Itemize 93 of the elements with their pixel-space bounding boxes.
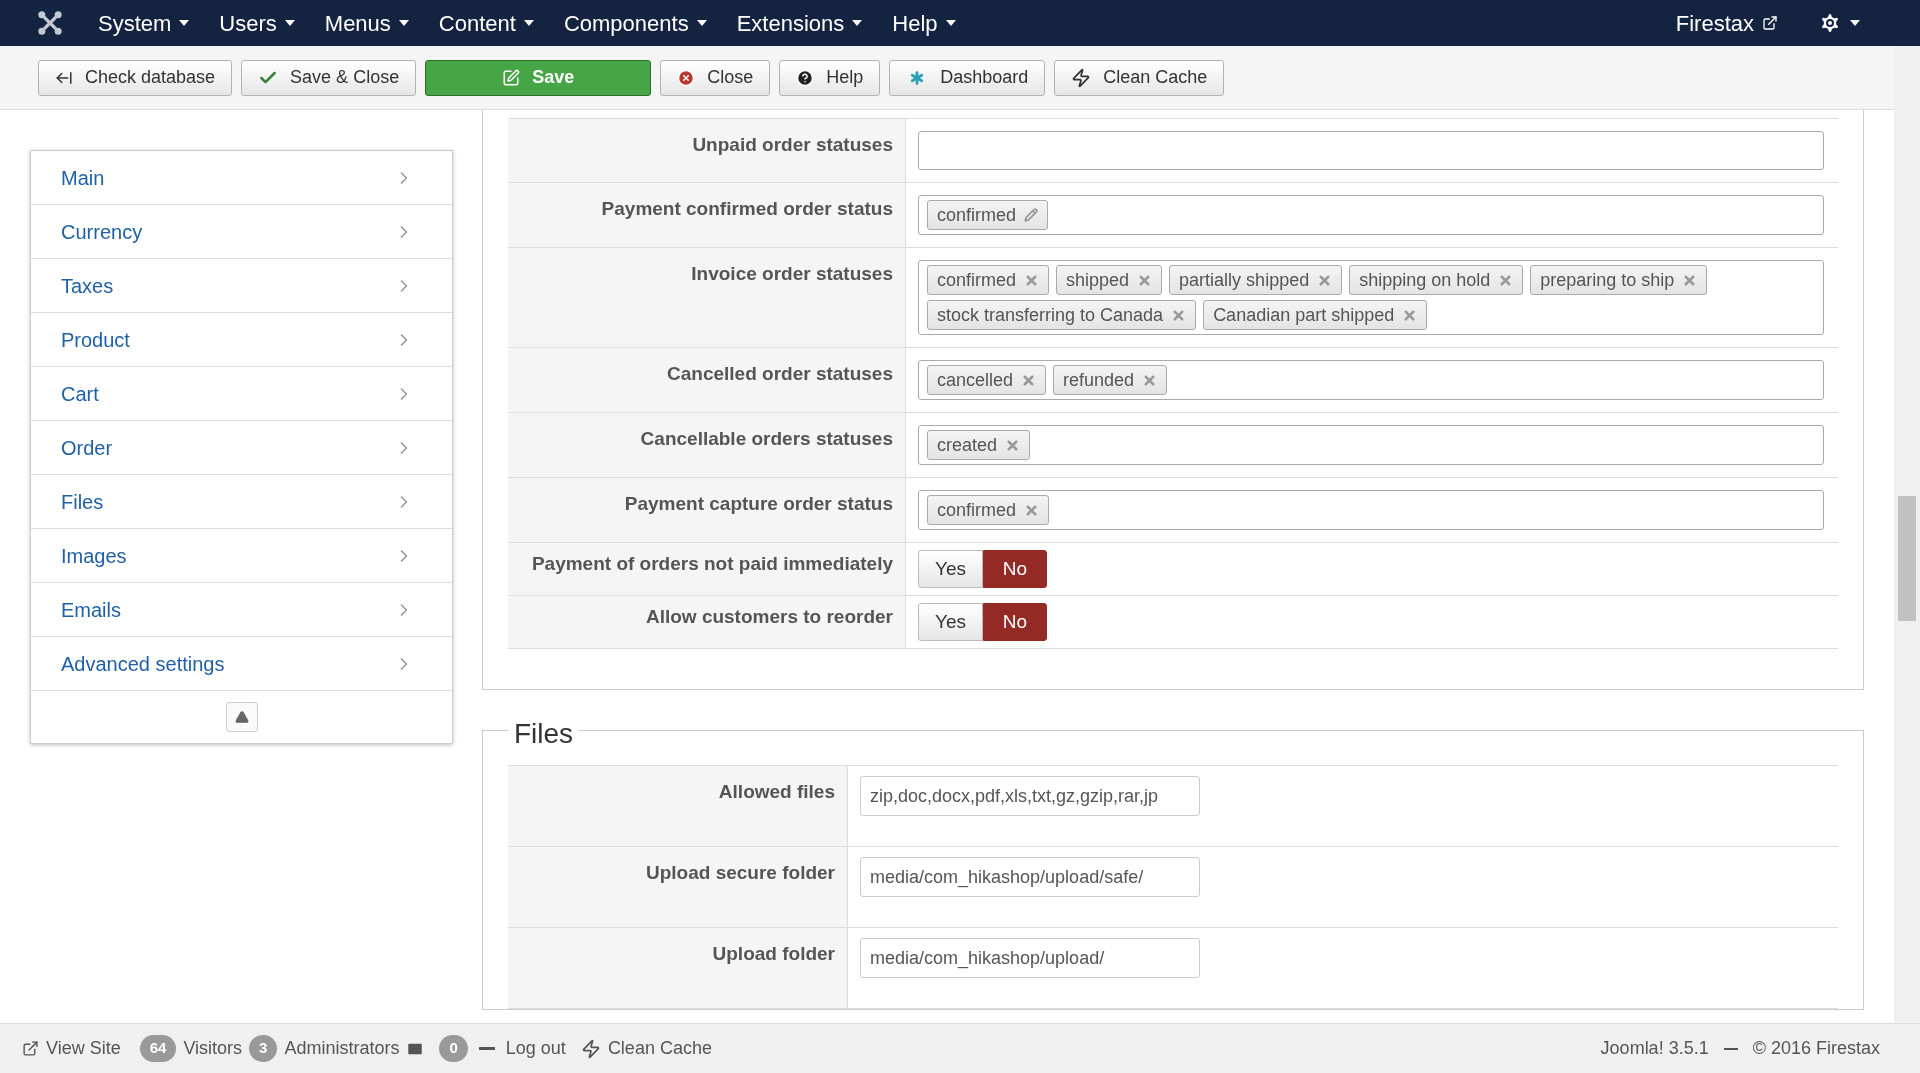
nav-menu[interactable]: Help bbox=[892, 6, 956, 40]
external-link-icon bbox=[22, 1040, 39, 1057]
tag-input-field[interactable]: created bbox=[918, 425, 1824, 465]
pencil-icon[interactable] bbox=[1024, 208, 1039, 222]
status-tag: shipping on hold bbox=[1349, 265, 1524, 295]
status-tag: partially shipped bbox=[1169, 265, 1343, 295]
site-link[interactable]: Firestax bbox=[1675, 6, 1778, 40]
field-label: Upload folder bbox=[712, 943, 835, 964]
status-tag: confirmed bbox=[927, 495, 1050, 525]
caret-icon bbox=[1850, 20, 1860, 26]
count-badge: 0 bbox=[439, 1035, 468, 1062]
caret-icon bbox=[523, 20, 534, 26]
nav-menu[interactable]: Content bbox=[438, 6, 534, 40]
sidebar-item[interactable]: Product bbox=[31, 313, 452, 367]
status-tag: refunded bbox=[1053, 365, 1168, 395]
tag-input-field[interactable] bbox=[918, 131, 1824, 170]
nav-menu[interactable]: Extensions bbox=[736, 6, 863, 40]
field-label: Unpaid order statuses bbox=[692, 134, 893, 155]
toggle-option[interactable]: No bbox=[983, 550, 1047, 588]
field-label: Allowed files bbox=[718, 781, 835, 802]
caret-icon bbox=[696, 20, 707, 26]
text-input[interactable]: media/com_hikashop/upload/safe/ bbox=[860, 857, 1200, 897]
scroll-top-button[interactable] bbox=[225, 702, 258, 732]
toolbar-button[interactable]: Clean Cache bbox=[1054, 59, 1225, 96]
copyright-text: © 2016 Firestax bbox=[1752, 1037, 1880, 1060]
dash-icon bbox=[1723, 1047, 1738, 1050]
caret-icon bbox=[179, 20, 190, 26]
count-badge: 3 bbox=[249, 1035, 278, 1062]
caret-icon bbox=[852, 20, 863, 26]
toolbar-button[interactable]: Save & Close bbox=[241, 59, 417, 96]
caret-icon bbox=[398, 20, 409, 26]
field-label: Payment capture order status bbox=[624, 493, 893, 514]
sidebar-item[interactable]: Files bbox=[31, 475, 452, 529]
toggle-option[interactable]: Yes bbox=[918, 550, 983, 588]
toolbar-button[interactable]: Help bbox=[779, 59, 881, 96]
administrators-label: Administrators bbox=[284, 1037, 400, 1060]
field-label: Cancellable orders statuses bbox=[640, 428, 893, 449]
sidebar-item[interactable]: Currency bbox=[31, 205, 452, 259]
joomla-logo-icon[interactable] bbox=[36, 9, 64, 37]
tag-input-field[interactable]: cancelled refunded bbox=[918, 360, 1824, 400]
close-icon bbox=[677, 68, 696, 87]
status-tag: Canadian part shipped bbox=[1203, 300, 1428, 330]
help-icon bbox=[796, 68, 815, 87]
status-tag: shipped bbox=[1056, 265, 1163, 295]
triangle-up-icon bbox=[234, 710, 249, 724]
sidebar-item[interactable]: Main bbox=[31, 151, 452, 205]
lightning-icon bbox=[580, 1038, 601, 1059]
nav-menu[interactable]: Users bbox=[219, 6, 295, 40]
sidebar-item[interactable]: Emails bbox=[31, 583, 452, 637]
nav-menu[interactable]: System bbox=[98, 6, 190, 40]
text-input[interactable]: media/com_hikashop/upload/ bbox=[860, 938, 1200, 978]
tag-input-field[interactable]: confirmed bbox=[918, 490, 1824, 530]
tag-input-field[interactable]: confirmed shipped partially shipped shipping on hold preparing to ship stock transferring to Canada Canadian part shipped bbox=[918, 260, 1824, 335]
sidebar-item[interactable]: Images bbox=[31, 529, 452, 583]
toggle-option[interactable]: Yes bbox=[918, 603, 983, 641]
field-label: Cancelled order statuses bbox=[667, 363, 893, 384]
field-label: Allow customers to reorder bbox=[645, 606, 893, 627]
lightning-icon bbox=[1071, 67, 1092, 88]
edit-icon bbox=[502, 68, 521, 87]
toggle-option[interactable]: No bbox=[983, 603, 1047, 641]
tag-input-field[interactable]: confirmed bbox=[918, 195, 1824, 235]
status-tag: preparing to ship bbox=[1530, 265, 1708, 295]
status-tag: cancelled bbox=[927, 365, 1047, 395]
external-link-icon bbox=[1762, 15, 1778, 31]
caret-icon bbox=[284, 20, 295, 26]
sidebar-item[interactable]: Order bbox=[31, 421, 452, 475]
toolbar-button[interactable]: Close bbox=[660, 59, 771, 96]
field-label: Upload secure folder bbox=[646, 862, 835, 883]
minus-icon bbox=[478, 1047, 495, 1050]
status-tag: created bbox=[927, 430, 1031, 460]
field-label: Invoice order statuses bbox=[691, 263, 893, 284]
field-label: Payment of orders not paid immediately bbox=[531, 553, 893, 574]
sidebar-item[interactable]: Taxes bbox=[31, 259, 452, 313]
clean-cache-link[interactable]: Clean Cache bbox=[607, 1035, 712, 1062]
remove-icon[interactable] bbox=[1005, 437, 1021, 453]
status-tag: confirmed bbox=[927, 200, 1049, 230]
caret-icon bbox=[945, 20, 956, 26]
toolbar-button[interactable]: Dashboard bbox=[889, 59, 1046, 96]
count-badge: 64 bbox=[139, 1035, 177, 1062]
nav-menu[interactable]: Components bbox=[563, 6, 707, 40]
sidebar-item[interactable]: Advanced settings bbox=[31, 637, 452, 691]
view-site-link[interactable]: View Site bbox=[46, 1035, 121, 1062]
status-tag: confirmed bbox=[927, 265, 1050, 295]
status-tag: stock transferring to Canada bbox=[927, 300, 1197, 330]
field-label: Payment confirmed order status bbox=[601, 198, 893, 219]
nav-menu[interactable]: Menus bbox=[324, 6, 409, 40]
version-text: Joomla! 3.5.1 bbox=[1600, 1037, 1709, 1060]
remove-icon[interactable] bbox=[1024, 502, 1040, 518]
sidebar-item[interactable]: Cart bbox=[31, 367, 452, 421]
toolbar-button[interactable]: Check database bbox=[38, 59, 233, 96]
logout-link[interactable]: Log out bbox=[505, 1035, 566, 1062]
text-input[interactable]: zip,doc,docx,pdf,xls,txt,gz,gzip,rar,jp bbox=[860, 776, 1200, 816]
visitors-label: Visitors bbox=[183, 1037, 243, 1060]
